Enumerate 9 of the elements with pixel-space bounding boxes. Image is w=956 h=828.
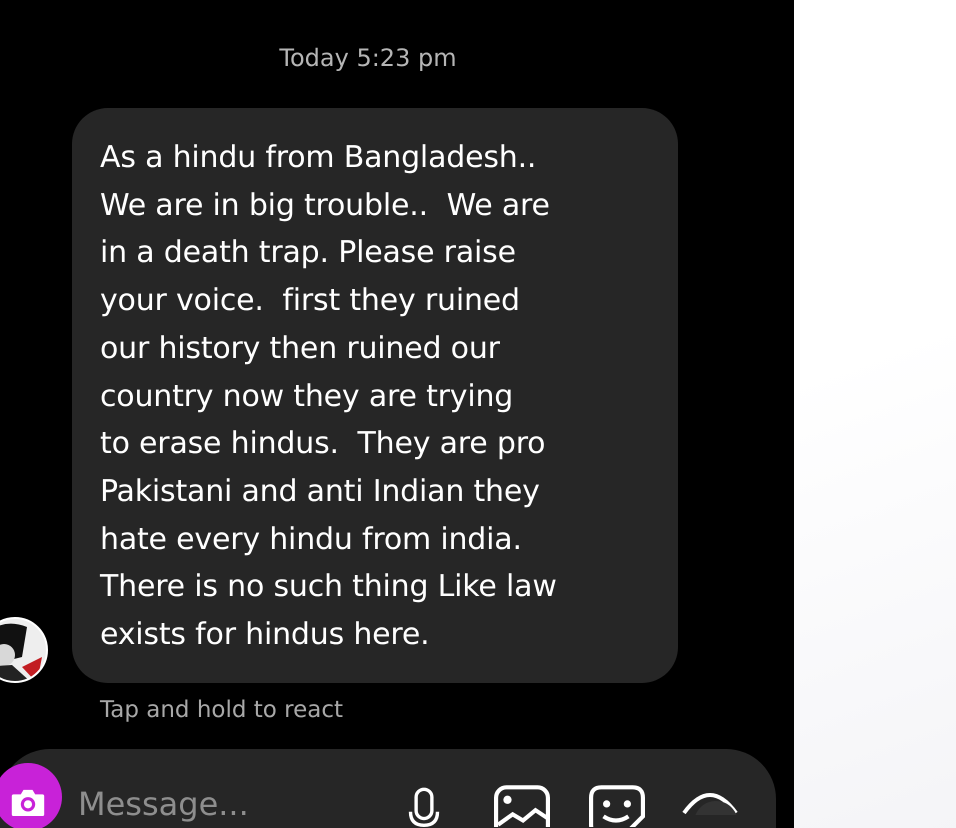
sticker-icon[interactable] [589,784,645,827]
camera-icon [10,787,46,818]
timestamp: Today 5:23 pm [278,43,458,72]
message-input[interactable]: Message... [78,778,378,828]
react-hint: Tap and hold to react [100,696,344,723]
microphone-icon[interactable] [407,786,441,828]
image-icon[interactable] [494,784,550,827]
message-bubble[interactable] [72,108,678,683]
message-text: As a hindu from Bangladesh.. We are in big trouble.. We are in a death trap. Please raise your voice. first they ruined our history then ruined our country now they are trying to erase hindus. They are pro Pakistani and anti Indian they hate every hindu from india. There is no such thing Like law exists for hindus here. [100,139,558,654]
